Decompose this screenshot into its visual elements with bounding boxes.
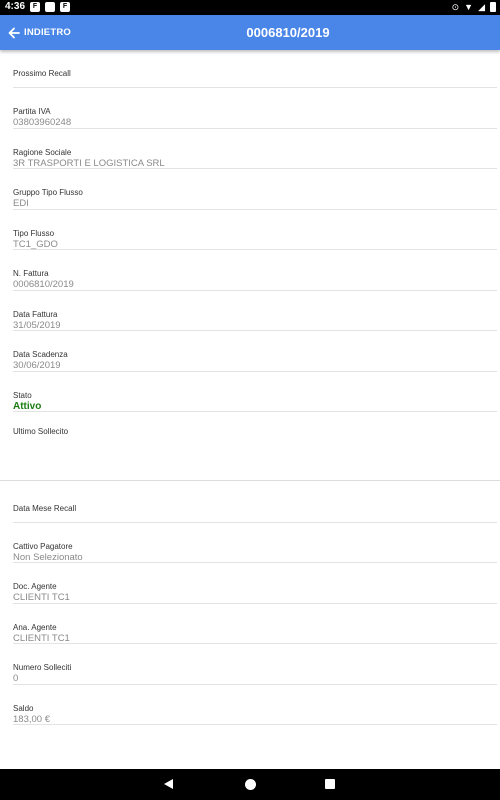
nav-back-icon[interactable] — [164, 779, 173, 789]
field-label: Numero Solleciti — [13, 663, 72, 672]
nav-recents-icon[interactable] — [325, 779, 335, 789]
field-saldo[interactable]: Saldo 183,00 € — [13, 685, 497, 725]
field-label: Stato — [13, 390, 32, 400]
location-icon: ⊙ — [451, 2, 460, 12]
battery-icon — [490, 2, 496, 12]
status-bar: 4:36 F F ⊙ ▼ ◢ — [0, 0, 500, 15]
field-label: Data Fattura — [13, 309, 58, 319]
field-ana-agente[interactable]: Ana. Agente CLIENTI TC1 — [13, 604, 497, 644]
field-data-scadenza[interactable]: Data Scadenza 30/06/2019 — [13, 331, 497, 372]
field-value: 3R TRASPORTI E LOGISTICA SRL — [13, 157, 165, 169]
system-nav-bar — [0, 769, 500, 800]
nav-home-icon[interactable] — [245, 779, 256, 790]
field-value: Non Selezionato — [13, 551, 83, 563]
document-notification-icon — [45, 2, 55, 12]
field-prossimo-recall[interactable]: Prossimo Recall — [13, 50, 497, 88]
field-label: N. Fattura — [13, 269, 49, 278]
field-label: Ragione Sociale — [13, 147, 72, 157]
field-label: Ana. Agente — [13, 622, 57, 632]
status-value: Attivo — [13, 400, 42, 412]
field-value: 30/06/2019 — [13, 360, 61, 371]
app-bar: INDIETRO 0006810/2019 — [0, 15, 500, 50]
field-label: Tipo Flusso — [13, 228, 55, 238]
wifi-icon: ▼ — [464, 2, 474, 12]
notification-icons: F F — [30, 2, 70, 12]
app-notification-icon-2: F — [60, 2, 70, 12]
app-notification-icon: F — [30, 2, 40, 12]
field-label: Ultimo Sollecito — [13, 427, 69, 436]
field-tipo-flusso[interactable]: Tipo Flusso TC1_GDO — [13, 210, 497, 250]
field-label: Gruppo Tipo Flusso — [13, 188, 83, 197]
field-partita-iva[interactable]: Partita IVA 03803960248 — [13, 88, 497, 129]
field-gruppo-tipo-flusso[interactable]: Gruppo Tipo Flusso EDI — [13, 169, 497, 210]
field-value: 0 — [13, 673, 19, 684]
field-value: CLIENTI TC1 — [13, 632, 70, 644]
field-label: Prossimo Recall — [13, 69, 71, 78]
field-data-fattura[interactable]: Data Fattura 31/05/2019 — [13, 291, 497, 331]
page-title: 0006810/2019 — [246, 25, 330, 40]
field-value: 31/05/2019 — [13, 319, 61, 331]
field-doc-agente[interactable]: Doc. Agente CLIENTI TC1 — [13, 563, 497, 604]
field-numero-solleciti[interactable]: Numero Solleciti 0 — [13, 644, 497, 685]
field-ultimo-sollecito[interactable]: Ultimo Sollecito — [0, 412, 500, 481]
field-value: 0006810/2019 — [13, 279, 74, 290]
field-value: 03803960248 — [13, 117, 72, 128]
field-ragione-sociale[interactable]: Ragione Sociale 3R TRASPORTI E LOGISTICA… — [13, 129, 497, 169]
field-label: Data Mese Recall — [13, 504, 77, 513]
field-data-mese-recall[interactable]: Data Mese Recall — [13, 481, 497, 523]
system-icons: ⊙ ▼ ◢ — [452, 1, 496, 13]
invoice-detail-form: Prossimo Recall Partita IVA 03803960248 … — [0, 50, 500, 725]
field-label: Saldo — [13, 703, 34, 713]
field-value: 183,00 € — [13, 713, 50, 725]
field-stato[interactable]: Stato Attivo — [13, 372, 497, 412]
field-cattivo-pagatore[interactable]: Cattivo Pagatore Non Selezionato — [13, 523, 497, 563]
field-value: CLIENTI TC1 — [13, 592, 70, 603]
field-label: Data Scadenza — [13, 350, 68, 359]
status-time: 4:36 — [5, 1, 26, 12]
field-value: TC1_GDO — [13, 238, 58, 250]
field-value: EDI — [13, 198, 29, 209]
signal-icon: ◢ — [478, 2, 485, 12]
field-label: Cattivo Pagatore — [13, 541, 73, 551]
field-label: Partita IVA — [13, 107, 51, 116]
field-label: Doc. Agente — [13, 582, 57, 591]
field-n-fattura[interactable]: N. Fattura 0006810/2019 — [13, 250, 497, 291]
